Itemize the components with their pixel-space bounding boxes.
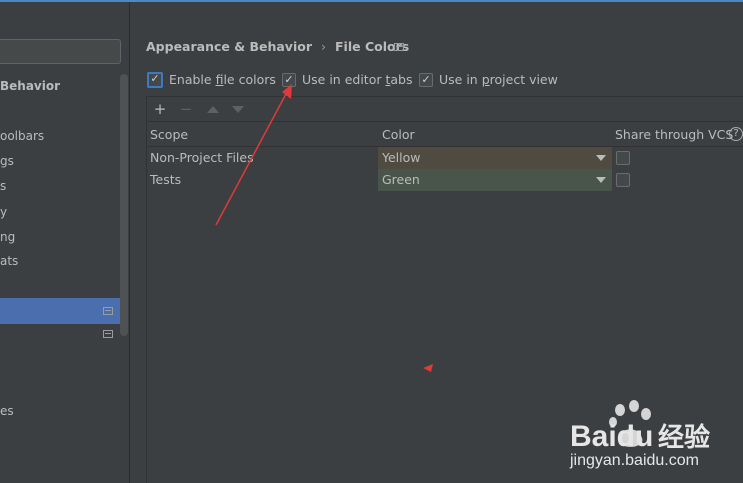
- annotation-arrow-line: [215, 91, 288, 226]
- annotation-arrow-head: [282, 84, 292, 99]
- annotation-arrow-head: [423, 364, 433, 372]
- baidu-jingyan-watermark: Baidu 经验 jingyan.baidu.com: [569, 400, 710, 469]
- watermark-brand-cn: 经验: [658, 422, 710, 453]
- watermark-url: jingyan.baidu.com: [569, 452, 699, 469]
- watermark-brand: Baidu: [570, 420, 653, 453]
